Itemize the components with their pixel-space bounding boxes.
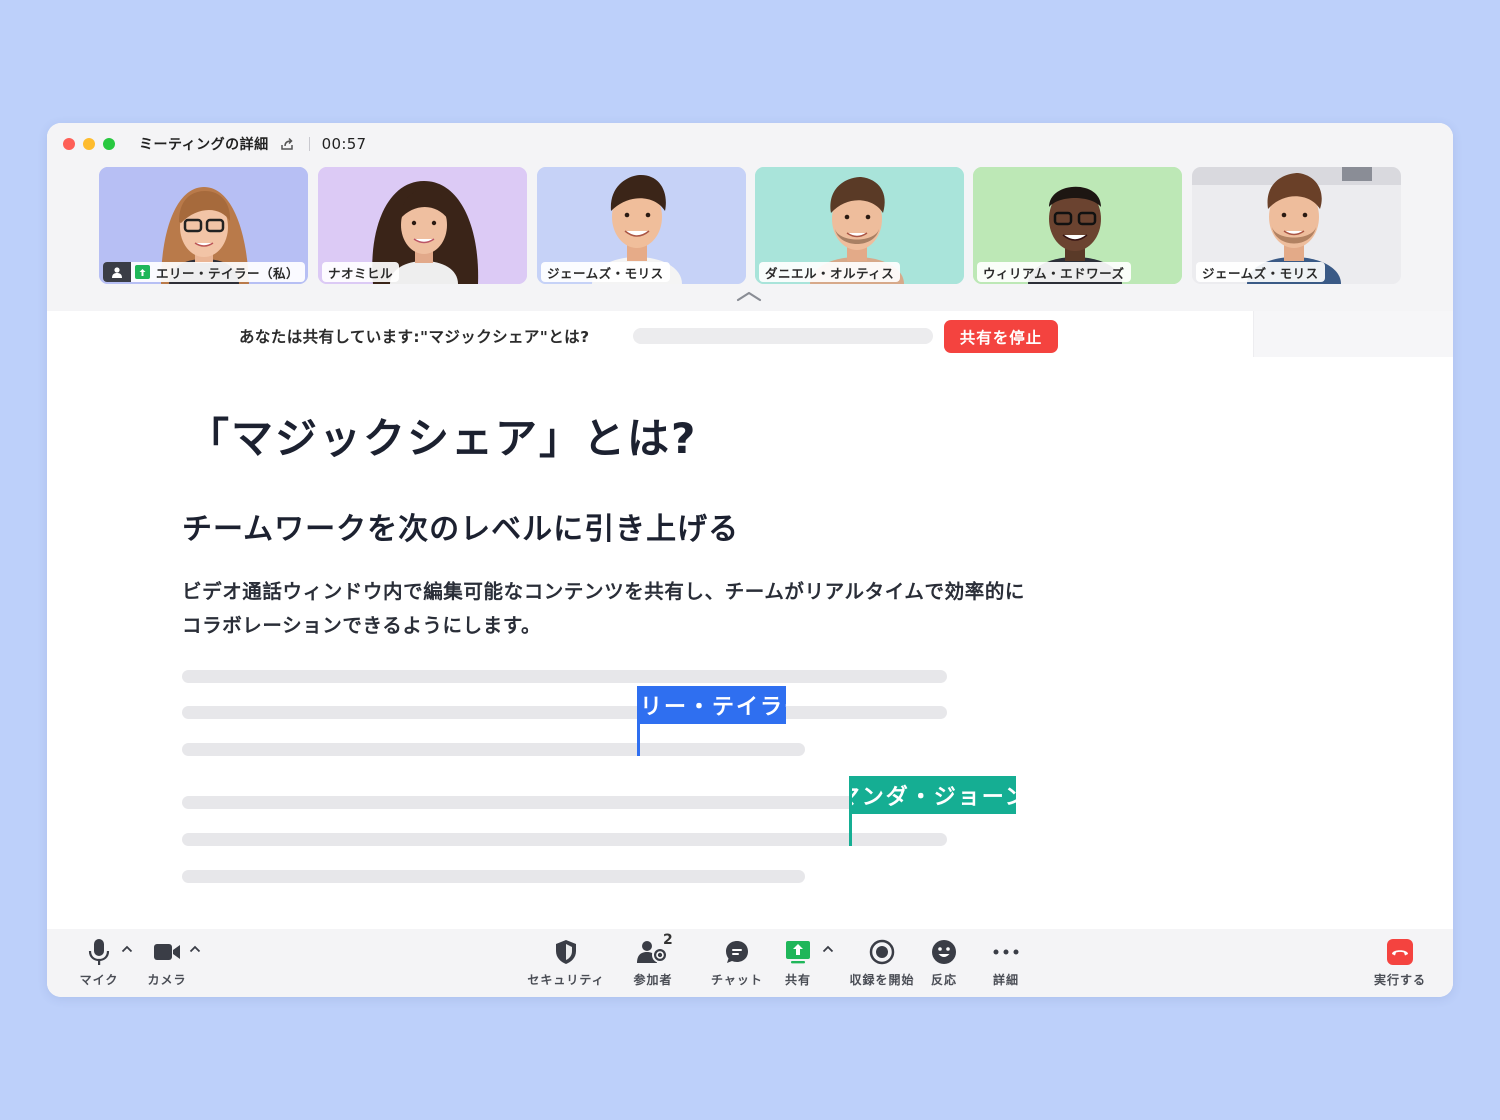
- collaborator-cursor-caret: [637, 686, 640, 756]
- reactions-button[interactable]: 反応: [925, 937, 963, 988]
- document-body: ビデオ通話ウィンドウ内で編集可能なコンテンツを共有し、チームがリアルタイムで効率…: [182, 575, 1162, 643]
- chat-button[interactable]: チャット: [709, 937, 765, 988]
- participant-name: ウィリアム・エドワーズ: [983, 265, 1125, 281]
- reactions-label: 反応: [930, 973, 957, 987]
- participant-name-tag: エリー・テイラー（私）: [103, 262, 306, 282]
- end-meeting-label: 実行する: [1373, 973, 1426, 987]
- record-label: 収録を開始: [849, 973, 915, 987]
- record-icon: [869, 939, 895, 965]
- share-options-caret-icon[interactable]: [822, 945, 834, 953]
- chat-label: チャット: [711, 973, 763, 987]
- security-label: セキュリティ: [527, 973, 605, 987]
- participants-label: 参加者: [633, 973, 673, 987]
- more-button[interactable]: 詳細: [987, 937, 1025, 988]
- participant-name-tag: ジェームズ・モリス: [1196, 262, 1325, 282]
- mic-label: マイク: [79, 973, 119, 987]
- placeholder-line: [182, 743, 805, 756]
- participant-tile[interactable]: ジェームズ・モリス: [537, 167, 746, 284]
- title-divider: [308, 137, 310, 151]
- participant-name-tag: ダニエル・オルティス: [759, 262, 901, 282]
- participant-name: ナオミヒル: [328, 265, 394, 281]
- document-title: 「マジックシェア」とは?: [187, 414, 698, 463]
- document-body-line: コラボレーションできるようにします。: [182, 614, 542, 637]
- video-strip: エリー・テイラー（私） ナオミヒル ジェームズ・モリス ダニエル・オルティス ウ…: [47, 165, 1453, 311]
- participant-name: ジェームズ・モリス: [1202, 265, 1319, 281]
- chevron-up-icon[interactable]: [736, 289, 762, 303]
- user-icon: [103, 262, 131, 282]
- meeting-details-link[interactable]: ミーティングの詳細: [139, 134, 269, 154]
- camera-button[interactable]: カメラ: [145, 937, 189, 988]
- collaborator-cursor-caret: [849, 776, 852, 846]
- minimize-window-button[interactable]: [83, 138, 95, 150]
- participant-name: ダニエル・オルティス: [765, 265, 895, 281]
- participant-name-tag: ジェームズ・モリス: [541, 262, 670, 282]
- shield-icon: [556, 940, 576, 964]
- participant-name: ジェームズ・モリス: [547, 265, 664, 281]
- participants-count-badge: 2: [663, 932, 673, 948]
- screen-share-icon: [135, 265, 150, 279]
- smiley-icon: [932, 940, 956, 964]
- placeholder-line: [182, 870, 805, 883]
- participant-name: エリー・テイラー（私）: [156, 265, 300, 281]
- maximize-window-button[interactable]: [103, 138, 115, 150]
- placeholder-line: [182, 833, 947, 846]
- video-camera-icon: [154, 944, 180, 960]
- participant-tile[interactable]: ナオミヒル: [318, 167, 527, 284]
- more-dots-icon: [993, 949, 1019, 955]
- document-body-line: ビデオ通話ウィンドウ内で編集可能なコンテンツを共有し、チームがリアルタイムで効率…: [182, 580, 1026, 603]
- share-screen-icon: [786, 941, 810, 964]
- participants-button[interactable]: 2 参加者: [631, 932, 675, 988]
- side-panel-edge: [1253, 311, 1453, 357]
- sharing-status-text: あなたは共有しています:"マジックシェア"とは?: [239, 328, 590, 346]
- external-share-icon[interactable]: [279, 136, 295, 152]
- participant-tile[interactable]: ウィリアム・エドワーズ: [973, 167, 1182, 284]
- window-controls: [63, 138, 115, 150]
- stop-share-button[interactable]: 共有を停止: [944, 320, 1058, 353]
- meeting-window: ミーティングの詳細 00:57 エリー・テイラー（私） ナオミヒル ジェームズ・…: [47, 123, 1453, 997]
- end-meeting-button[interactable]: 実行する: [1369, 937, 1431, 988]
- mic-button[interactable]: マイク: [79, 937, 119, 988]
- record-button[interactable]: 収録を開始: [847, 937, 917, 988]
- more-label: 詳細: [992, 973, 1019, 987]
- camera-label: カメラ: [147, 973, 187, 987]
- microphone-icon: [88, 939, 110, 965]
- share-button[interactable]: 共有: [783, 937, 813, 988]
- chat-bubble-icon: [726, 941, 748, 963]
- participant-tile[interactable]: エリー・テイラー（私）: [99, 167, 308, 284]
- mic-options-caret-icon[interactable]: [121, 945, 133, 953]
- meeting-timer: 00:57: [321, 135, 367, 153]
- camera-options-caret-icon[interactable]: [189, 945, 201, 953]
- placeholder-line: [182, 706, 947, 719]
- collaborator-cursor-label: エリー・テイラー: [638, 686, 786, 724]
- end-call-icon: [1387, 939, 1413, 965]
- share-progress-bar: [633, 328, 933, 344]
- participant-name-tag: ナオミヒル: [322, 262, 400, 282]
- placeholder-line: [182, 670, 947, 683]
- participant-tile[interactable]: ジェームズ・モリス: [1192, 167, 1401, 284]
- meeting-toolbar: マイク カメラ セキュリティ 2 参加者 チャット 共有 収録を開始 反応 詳細…: [47, 929, 1453, 997]
- placeholder-line: [182, 796, 947, 809]
- share-label: 共有: [784, 973, 811, 987]
- participant-name-tag: ウィリアム・エドワーズ: [977, 262, 1131, 282]
- close-window-button[interactable]: [63, 138, 75, 150]
- participant-tile[interactable]: ダニエル・オルティス: [755, 167, 964, 284]
- security-button[interactable]: セキュリティ: [525, 937, 607, 988]
- collaborator-cursor-label: アマンダ・ジョーンズ: [850, 776, 1016, 814]
- document-subtitle: チームワークを次のレベルに引き上げる: [182, 512, 740, 547]
- title-bar: ミーティングの詳細 00:57: [47, 123, 1453, 165]
